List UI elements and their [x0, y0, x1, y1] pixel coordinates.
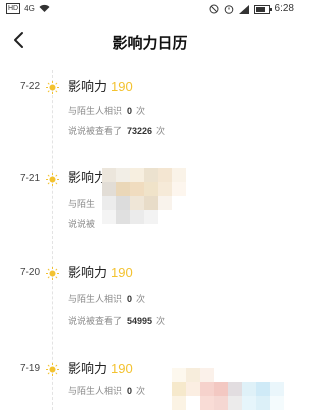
- mute-icon: [209, 4, 219, 14]
- influence-label: 影响力 190: [68, 78, 133, 97]
- unit-label: 次: [156, 127, 166, 137]
- battery-icon: [253, 4, 272, 14]
- alarm-icon: [224, 5, 233, 14]
- timeline-line: [52, 70, 54, 410]
- met-strangers-count: 0: [127, 106, 133, 116]
- sun-icon: [46, 267, 59, 280]
- influence-score: 190: [111, 361, 133, 376]
- cellular-signal-icon: 4G: [24, 3, 35, 13]
- signal-bars-icon: [238, 4, 249, 14]
- top-navigation-bar: 影响力日历: [0, 22, 300, 62]
- influence-score: 190: [111, 79, 133, 94]
- views-label: 说说被查看了: [68, 317, 123, 327]
- met-strangers-label: 与陌生人相识: [68, 295, 123, 305]
- unit-label: 次: [136, 107, 146, 117]
- influence-score: 190: [111, 265, 133, 280]
- hd-network-indicator: HD: [6, 3, 21, 14]
- views-label-partial: 说说被: [68, 220, 96, 230]
- entry-date: 7-20: [20, 267, 41, 278]
- met-strangers-stat-partial: 与陌生: [68, 199, 95, 211]
- status-time: 6:28: [274, 3, 294, 14]
- views-count: 73226: [127, 126, 153, 136]
- entry-date: 7-19: [20, 363, 41, 374]
- sun-icon: [46, 173, 59, 186]
- sun-icon: [46, 363, 59, 376]
- influence-text: 影响力: [68, 80, 108, 95]
- views-label: 说说被查看了: [68, 127, 123, 137]
- influence-text: 影响力: [68, 362, 108, 377]
- met-strangers-count: 0: [127, 294, 133, 304]
- mosaic-censor-overlay: [172, 368, 284, 410]
- influence-label: 影响力 190: [68, 264, 133, 283]
- met-strangers-label-partial: 与陌生: [68, 200, 96, 210]
- unit-label: 次: [136, 295, 146, 305]
- influence-label: 影响力 190: [68, 360, 133, 379]
- entry-date: 7-21: [20, 173, 41, 184]
- unit-label: 次: [156, 317, 166, 327]
- influence-text: 影响力: [68, 266, 108, 281]
- status-bar: HD 4G 6:28: [0, 0, 300, 18]
- met-strangers-count: 0: [127, 386, 133, 396]
- views-stat-partial: 说说被: [68, 219, 95, 231]
- met-strangers-label: 与陌生人相识: [68, 387, 123, 397]
- met-strangers-stat: 与陌生人相识 0 次: [68, 385, 145, 398]
- views-stat: 说说被查看了 54995 次: [68, 315, 165, 328]
- mosaic-censor-overlay: [102, 168, 186, 224]
- met-strangers-stat: 与陌生人相识 0 次: [68, 293, 145, 306]
- wifi-icon: [39, 4, 50, 12]
- unit-label: 次: [136, 387, 146, 397]
- views-count: 54995: [127, 316, 153, 326]
- sun-icon: [46, 81, 59, 94]
- page-title: 影响力日历: [112, 34, 188, 52]
- met-strangers-label: 与陌生人相识: [68, 107, 123, 117]
- met-strangers-stat: 与陌生人相识 0 次: [68, 105, 145, 118]
- entry-date: 7-22: [20, 81, 41, 92]
- views-stat: 说说被查看了 73226 次: [68, 125, 165, 138]
